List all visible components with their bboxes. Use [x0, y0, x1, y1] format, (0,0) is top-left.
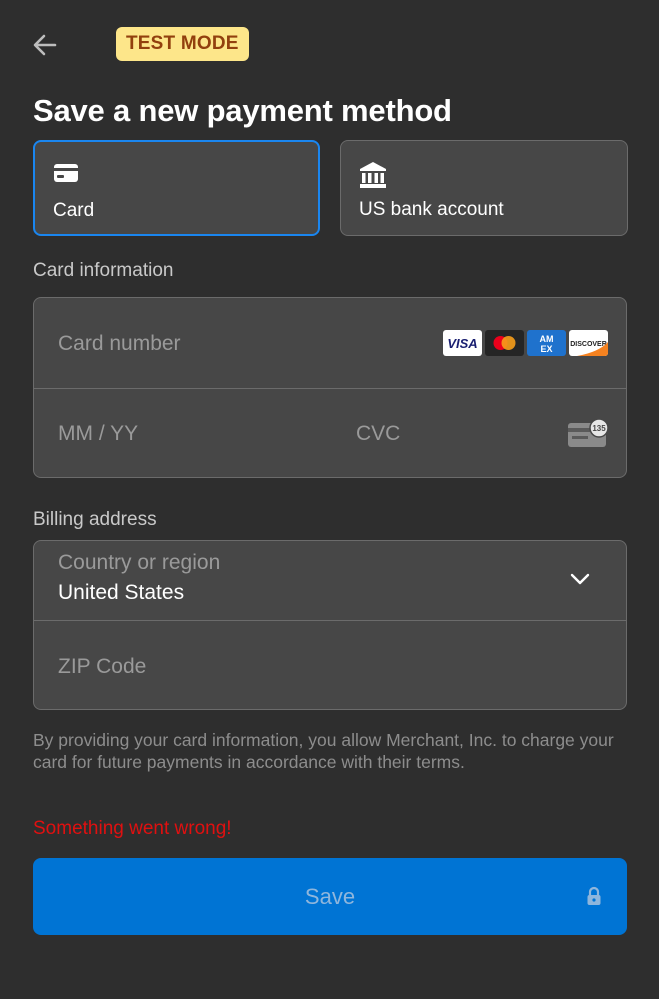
page-title: Save a new payment method — [33, 93, 452, 128]
card-information-group: Card number VISA AM EX DISCOVER MM / YY … — [33, 297, 627, 478]
expiry-placeholder: MM / YY — [58, 422, 139, 445]
test-mode-badge: TEST MODE — [116, 27, 249, 61]
tab-card[interactable]: Card — [33, 140, 320, 236]
tab-us-bank-account[interactable]: US bank account — [340, 140, 628, 236]
visa-icon: VISA — [443, 330, 482, 356]
zip-code-field[interactable]: ZIP Code — [34, 621, 626, 709]
lock-icon — [586, 886, 602, 911]
card-icon — [53, 162, 79, 189]
cvc-hint-text: 135 — [592, 424, 606, 433]
back-button[interactable] — [30, 30, 60, 60]
save-button-label: Save — [304, 884, 356, 909]
cvc-placeholder: CVC — [356, 422, 401, 445]
card-number-field[interactable]: Card number VISA AM EX DISCOVER — [34, 298, 626, 388]
tab-bank-label: US bank account — [359, 199, 504, 220]
svg-text:DISCOVER: DISCOVER — [570, 341, 607, 348]
discover-icon: DISCOVER — [569, 330, 608, 356]
billing-address-label: Billing address — [33, 509, 157, 530]
chevron-down-icon — [570, 572, 590, 591]
bank-icon — [359, 161, 387, 194]
card-brands: VISA AM EX DISCOVER — [443, 330, 608, 356]
svg-text:AM: AM — [540, 334, 554, 344]
terms-disclaimer: By providing your card information, you … — [33, 730, 614, 772]
error-message: Something went wrong! — [33, 818, 232, 839]
mastercard-icon — [485, 330, 524, 356]
zip-code-placeholder: ZIP Code — [58, 655, 147, 678]
cvc-field[interactable]: CVC 135 — [334, 389, 626, 477]
amex-icon: AM EX — [527, 330, 566, 356]
country-value: United States — [58, 581, 185, 604]
cvc-icon: 135 — [568, 418, 610, 454]
save-button[interactable]: Save — [33, 858, 627, 935]
card-information-label: Card information — [33, 260, 174, 281]
arrow-left-icon — [33, 34, 57, 56]
expiry-field[interactable]: MM / YY — [34, 389, 334, 477]
svg-text:EX: EX — [540, 344, 552, 354]
svg-text:VISA: VISA — [447, 336, 477, 351]
card-number-placeholder: Card number — [58, 332, 181, 355]
country-select[interactable]: Country or region United States — [34, 541, 626, 620]
country-label: Country or region — [58, 551, 221, 574]
tab-card-label: Card — [53, 200, 95, 221]
billing-address-group: Country or region United States ZIP Code — [33, 540, 627, 710]
